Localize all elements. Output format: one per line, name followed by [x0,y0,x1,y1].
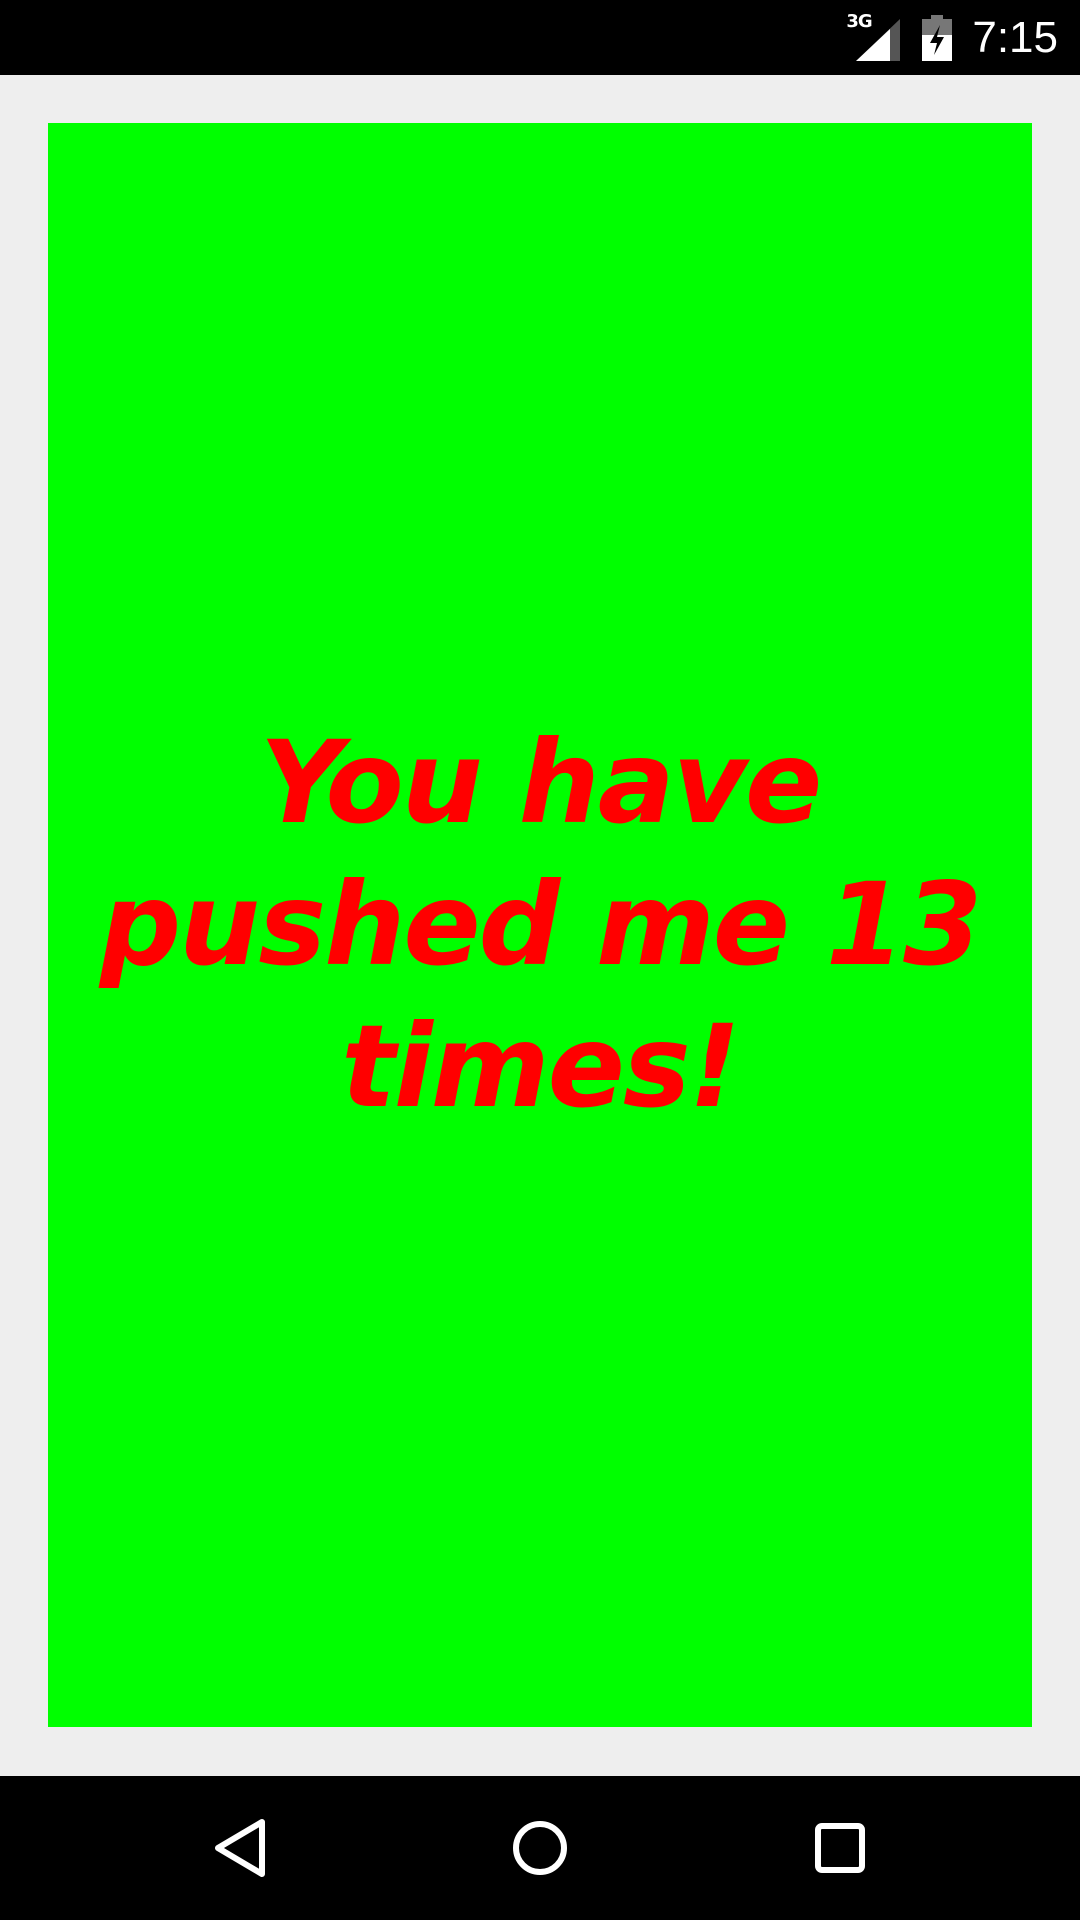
status-icons: 3G 7:15 [846,0,1058,75]
push-counter-panel[interactable]: You have pushed me 13 times! [48,123,1032,1727]
recents-button[interactable] [805,1813,875,1883]
status-clock: 7:15 [972,13,1058,62]
battery-charging-icon [922,14,953,61]
push-count-message: You have pushed me 13 times! [99,716,983,1133]
screen: 3G 7:15 You have pushed me 13 times! [0,0,1080,1920]
navigation-bar [0,1776,1080,1920]
home-icon [513,1821,567,1875]
status-bar: 3G 7:15 [0,0,1080,75]
back-button[interactable] [205,1813,275,1883]
back-icon [215,1819,265,1877]
cellular-signal-icon: 3G [846,11,902,61]
home-button[interactable] [505,1813,575,1883]
recents-icon [815,1823,865,1873]
